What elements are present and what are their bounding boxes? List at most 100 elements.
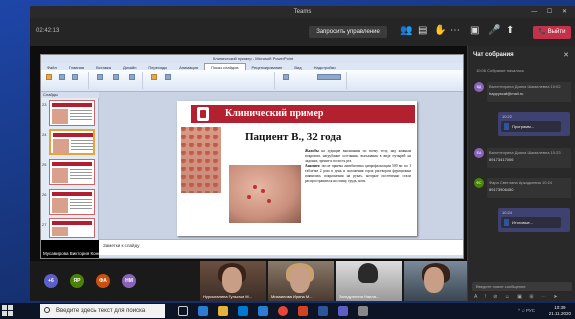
- setup-icon[interactable]: [113, 74, 119, 80]
- video-tile[interactable]: [404, 261, 467, 301]
- slide-thumbnail-selected[interactable]: [49, 129, 95, 155]
- resolution-select[interactable]: [317, 74, 341, 80]
- windows-start-icon[interactable]: [2, 305, 14, 317]
- hide-slide-icon[interactable]: [129, 74, 135, 80]
- close-chat-icon[interactable]: ✕: [563, 51, 569, 59]
- notes-placeholder: Заметки к слайду: [103, 243, 140, 248]
- participant-avatar[interactable]: +6: [44, 274, 58, 288]
- message-author: Валентирина Диана Шамилевна 10:23: [489, 150, 561, 155]
- university-logo: [197, 107, 209, 121]
- powerpoint-window: Клинический пример - Microsoft PowerPoin…: [40, 54, 464, 259]
- chat-avatar[interactable]: ЕА: [474, 148, 484, 158]
- chat-input[interactable]: Введите новое сообщение: [472, 282, 572, 291]
- more-options-icon[interactable]: ⋯: [450, 25, 460, 37]
- word-file-icon: [504, 123, 509, 130]
- anamnesis-label: Анамнез:: [305, 164, 321, 168]
- leave-button[interactable]: 📞 Выйти: [533, 26, 571, 39]
- window-controls[interactable]: — ☐ ✕: [531, 8, 571, 15]
- search-icon: [44, 307, 50, 313]
- slide-number: 23: [42, 102, 47, 107]
- mic-icon[interactable]: 🎤: [488, 25, 500, 37]
- word-file-icon: [504, 219, 509, 226]
- message-time: 10:22: [502, 114, 513, 119]
- system-tray[interactable]: ^ ♫ РУС: [518, 308, 535, 313]
- chat-message: ЕА Валентирина Диана Шамилевна 10:23 89173…: [474, 148, 572, 176]
- slides-panel: Слайды 23 24 25 26 27 Мусавирова Виктори…: [41, 92, 124, 258]
- file-attachment[interactable]: Итоговые...: [501, 217, 561, 228]
- chat-toolbar-icons[interactable]: A ! ⊘ ☺ ▣ ⊞ ⋯ ➤: [474, 294, 561, 300]
- word-icon[interactable]: [318, 306, 328, 316]
- broadcast-icon[interactable]: [72, 74, 78, 80]
- ribbon-group: [145, 72, 275, 89]
- slide-number: 24: [42, 132, 47, 137]
- participant-avatar[interactable]: НМ: [122, 274, 136, 288]
- video-name: Нурсыгалина Гульсъм М...: [203, 294, 252, 299]
- mail-icon[interactable]: [258, 306, 268, 316]
- explorer-icon[interactable]: [218, 306, 228, 316]
- chat-icon[interactable]: ▤: [418, 25, 427, 37]
- chat-avatar[interactable]: ВД: [474, 82, 484, 92]
- video-name: Михаилова Ирина М...: [271, 294, 313, 299]
- slide-thumbnail[interactable]: [49, 218, 95, 238]
- slide-thumbnail[interactable]: [49, 100, 95, 126]
- own-message[interactable]: 10:24 Итоговые...: [498, 208, 570, 232]
- participant-avatar[interactable]: ФА: [96, 274, 110, 288]
- slide-number: 27: [42, 222, 47, 227]
- teams-window: Teams — ☐ ✕ 02:42:13 Запросить управлени…: [30, 6, 575, 301]
- app-icon[interactable]: [358, 306, 368, 316]
- presenter-video: Мусавирова Виктория Константиновна: [41, 240, 124, 258]
- file-attachment[interactable]: Программ...: [501, 121, 561, 132]
- share-icon[interactable]: ⬆: [506, 25, 514, 37]
- store-icon[interactable]: [238, 306, 248, 316]
- message-text: 89173906450: [489, 187, 514, 192]
- ppt-ribbon-tabs: Файл Главная Вставка Дизайн Переходы Анимация…: [41, 63, 463, 71]
- own-message[interactable]: 10:22 Программ...: [498, 112, 570, 136]
- raise-hand-icon[interactable]: ✋: [434, 25, 446, 37]
- rash-photo-hands: [229, 165, 301, 223]
- participants-icon[interactable]: 👥: [400, 25, 412, 37]
- chat-system-message: 10:06 Собрание началось: [476, 68, 525, 73]
- slide-thumbnail[interactable]: [49, 159, 95, 185]
- edge-icon[interactable]: [198, 306, 208, 316]
- desktop: Teams — ☐ ✕ 02:42:13 Запросить управлени…: [0, 0, 575, 319]
- video-tile[interactable]: Загидуллина Наиля...: [336, 261, 402, 301]
- slide: Клинический пример Пациент В., 32 года Ж…: [177, 101, 417, 236]
- message-bubble: Валентирина Диана Шамилевна 10:23 8917341…: [487, 148, 571, 168]
- slideshow-start-icon[interactable]: [46, 74, 52, 80]
- taskbar-search[interactable]: Введите здесь текст для поиска: [40, 304, 165, 318]
- custom-show-icon[interactable]: [97, 74, 103, 80]
- record-icon[interactable]: [165, 74, 171, 80]
- slide-title: Клинический пример: [225, 108, 324, 119]
- task-view-icon[interactable]: [178, 306, 188, 316]
- chat-message: ФС Фара Светлана Аркадьевна 10:24 89173906…: [474, 178, 572, 206]
- shared-screen: Клинический пример - Microsoft PowerPoin…: [30, 46, 467, 261]
- powerpoint-icon[interactable]: [298, 306, 308, 316]
- video-tile[interactable]: Михаилова Ирина М...: [268, 261, 334, 301]
- slide-number: 25: [42, 162, 47, 167]
- taskbar: Введите здесь текст для поиска ^ ♫ РУС 1…: [0, 303, 575, 319]
- chat-message: ВД Валентирина Диана Шамилевна 10:02 happy…: [474, 82, 572, 110]
- ribbon-group: [41, 72, 89, 89]
- ppt-ribbon: [41, 70, 463, 92]
- complaints-text: на зудящие высыпания по всему телу, над …: [305, 149, 411, 163]
- participant-avatar[interactable]: ЯР: [70, 274, 84, 288]
- slides-tab[interactable]: Слайды: [41, 92, 99, 98]
- slideshow-current-icon[interactable]: [59, 74, 65, 80]
- ribbon-group: [91, 72, 143, 89]
- slide-thumbnail[interactable]: [49, 189, 95, 215]
- teams-icon[interactable]: [338, 306, 348, 316]
- meeting-timer: 02:42:13: [36, 28, 60, 34]
- rehearse-icon[interactable]: [151, 74, 157, 80]
- participant-strip: +6 ЯР ФА НМ Нурсыгалина Гульсъм М... Михаил…: [30, 261, 467, 301]
- video-name: Загидуллина Наиля...: [339, 294, 380, 299]
- yandex-icon[interactable]: [278, 306, 288, 316]
- chat-title: Чат собрания: [473, 52, 514, 58]
- file-name: Итоговые...: [512, 220, 534, 225]
- chat-avatar[interactable]: ФС: [474, 178, 484, 188]
- video-tile[interactable]: Нурсыгалина Гульсъм М...: [200, 261, 266, 301]
- monitor-icon[interactable]: [283, 74, 289, 80]
- clock[interactable]: 10:39 21.11.2020: [549, 305, 571, 316]
- ribbon-group: [277, 72, 347, 89]
- request-control-button[interactable]: Запросить управление: [309, 26, 387, 38]
- camera-icon[interactable]: ▣: [470, 25, 479, 37]
